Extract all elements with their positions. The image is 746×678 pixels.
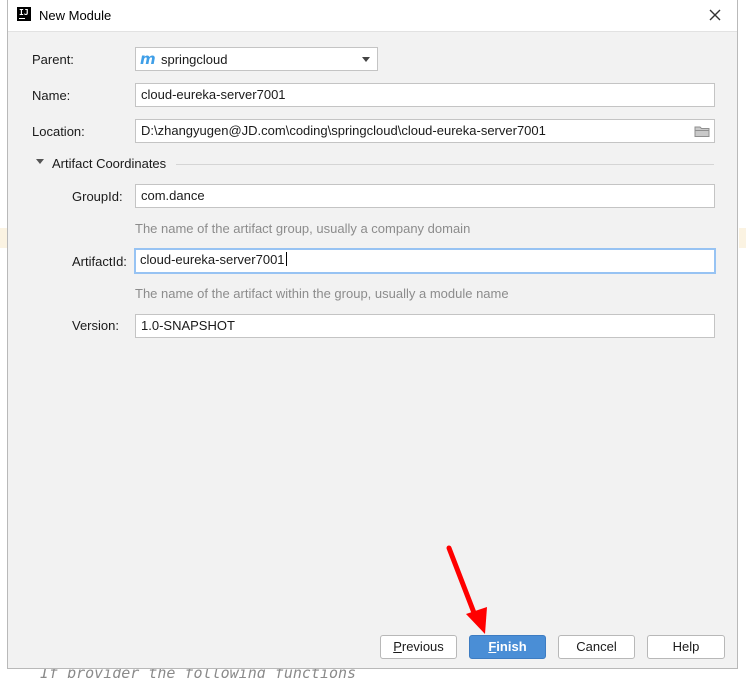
cancel-button[interactable]: Cancel xyxy=(558,635,635,659)
groupid-hint: The name of the artifact group, usually … xyxy=(135,221,471,236)
name-field[interactable]: cloud-eureka-server7001 xyxy=(135,83,715,107)
location-label: Location: xyxy=(32,124,85,139)
parent-label: Parent: xyxy=(32,52,74,67)
groupid-label: GroupId: xyxy=(72,189,123,204)
name-label: Name: xyxy=(32,88,71,103)
intellij-app-icon: IJ xyxy=(17,7,31,21)
background-strip xyxy=(739,228,746,248)
artifactid-hint: The name of the artifact within the grou… xyxy=(135,286,509,301)
background-strip xyxy=(0,228,7,248)
finish-button[interactable]: Finish xyxy=(469,635,546,659)
close-icon xyxy=(709,9,721,21)
help-button[interactable]: Help xyxy=(647,635,725,659)
section-divider xyxy=(176,164,714,165)
dialog-title: New Module xyxy=(39,8,112,23)
artifactid-label: ArtifactId: xyxy=(72,254,127,269)
title-bar: IJ New Module xyxy=(8,0,737,32)
artifactid-value: cloud-eureka-server7001 xyxy=(140,252,285,267)
collapse-triangle-icon[interactable] xyxy=(36,159,44,164)
folder-icon[interactable] xyxy=(694,124,710,138)
location-field[interactable]: D:\zhangyugen@JD.com\coding\springcloud\… xyxy=(135,119,715,143)
chevron-down-icon xyxy=(362,57,370,62)
maven-icon: m xyxy=(140,50,156,68)
previous-button[interactable]: Previous xyxy=(380,635,457,659)
artifactid-field[interactable]: cloud-eureka-server7001 xyxy=(134,248,716,274)
location-value: D:\zhangyugen@JD.com\coding\springcloud\… xyxy=(141,123,546,138)
artifact-coordinates-title[interactable]: Artifact Coordinates xyxy=(52,156,166,171)
version-label: Version: xyxy=(72,318,119,333)
screen: If provider the following functions IJ N… xyxy=(0,0,746,678)
close-button[interactable] xyxy=(707,6,723,24)
new-module-dialog: IJ New Module Parent: m springcloud Name… xyxy=(7,0,738,669)
parent-value: springcloud xyxy=(161,52,228,67)
groupid-field[interactable]: com.dance xyxy=(135,184,715,208)
text-caret xyxy=(285,252,287,266)
version-field[interactable]: 1.0-SNAPSHOT xyxy=(135,314,715,338)
parent-select[interactable]: m springcloud xyxy=(135,47,378,71)
